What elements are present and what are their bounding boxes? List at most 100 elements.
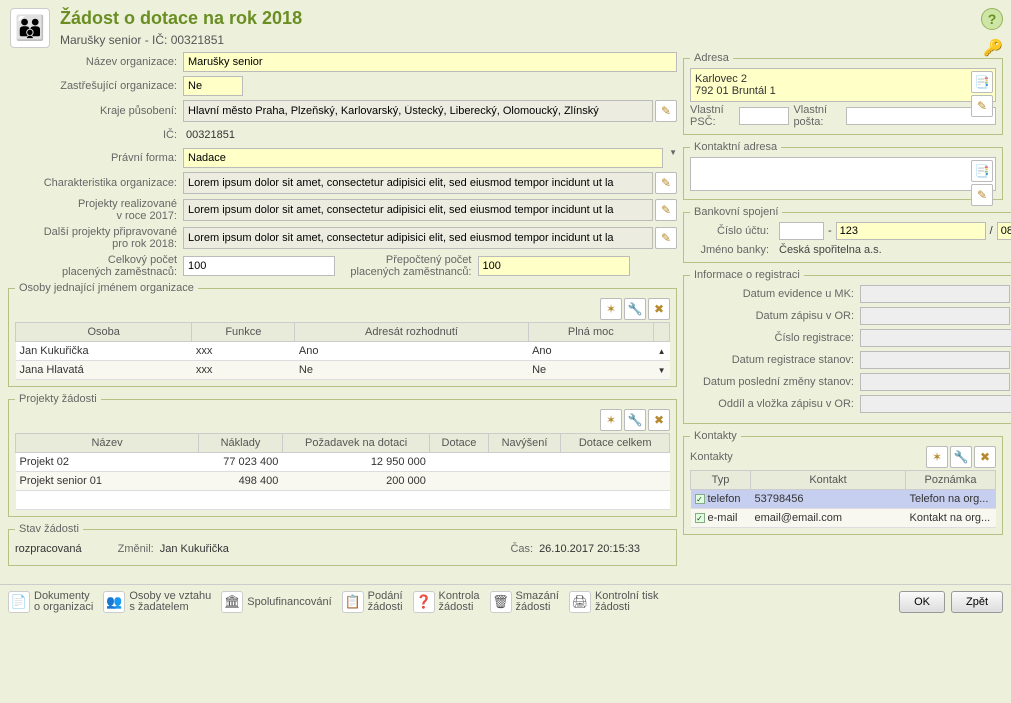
ucet-prefix-input[interactable]: [779, 222, 824, 240]
osoby-th-moc[interactable]: Plná moc: [528, 323, 654, 342]
osoby-add-icon[interactable]: ✶: [600, 298, 622, 320]
proj2017-edit-icon[interactable]: ✎: [655, 199, 677, 221]
reg-r4-label: Datum registrace stanov:: [690, 354, 860, 366]
table-row[interactable]: Jan Kukuřička xxx Ano Ano ▲: [16, 342, 670, 361]
scroll-down-icon[interactable]: ▼: [654, 361, 670, 380]
toolbar-tisk-button[interactable]: 🖨Kontrolní tiskžádosti: [569, 591, 659, 613]
kraje-input[interactable]: [183, 100, 653, 122]
proj2018-input[interactable]: [183, 227, 653, 249]
vlastni-psc-input[interactable]: [739, 107, 789, 125]
toolbar-kontrola-button[interactable]: ❓Kontrolažádosti: [413, 591, 480, 613]
char-label: Charakteristika organizace:: [8, 177, 183, 189]
zmenil-value: Jan Kukuřička: [160, 543, 229, 555]
osoby-th-funkce[interactable]: Funkce: [192, 323, 295, 342]
key-icon[interactable]: 🔑: [983, 38, 1003, 58]
proj2018-label: Další projekty připravovanépro rok 2018:: [8, 226, 183, 250]
kontakty-tools-icon[interactable]: 🔧: [950, 446, 972, 468]
back-button[interactable]: Zpět: [951, 591, 1003, 613]
stav-fieldset: Stav žádosti rozpracovaná Změnil: Jan Ku…: [8, 523, 677, 566]
proj-th-naklady[interactable]: Náklady: [199, 434, 283, 453]
bank-name-value: Česká spořitelna a.s.: [779, 244, 882, 256]
ucet-num-input[interactable]: [836, 222, 986, 240]
reg-r1-input[interactable]: [860, 285, 1010, 303]
submit-icon: 📋: [342, 591, 364, 613]
osoby-delete-icon[interactable]: ✖: [648, 298, 670, 320]
table-row[interactable]: Projekt 02 77 023 400 12 950 000: [16, 453, 670, 472]
reg-r5-input[interactable]: [860, 373, 1010, 391]
proj-th-dotace[interactable]: Dotace: [430, 434, 488, 453]
kraje-edit-icon[interactable]: ✎: [655, 100, 677, 122]
projekty-add-icon[interactable]: ✶: [600, 409, 622, 431]
kontakty-add-icon[interactable]: ✶: [926, 446, 948, 468]
app-icon: 👪: [10, 8, 50, 48]
proj-th-navyseni[interactable]: Navýšení: [488, 434, 561, 453]
nazev-org-input[interactable]: [183, 52, 677, 72]
adresa-box[interactable]: Karlovec 2 792 01 Bruntál 1 📑 ✎: [690, 68, 996, 102]
kontakty-th-pozn[interactable]: Poznámka: [906, 471, 996, 490]
adresa-fieldset: Adresa Karlovec 2 792 01 Bruntál 1 📑 ✎ V…: [683, 52, 1003, 135]
char-edit-icon[interactable]: ✎: [655, 172, 677, 194]
toolbar-smazani-button[interactable]: 🗑Smazánížádosti: [490, 591, 559, 613]
table-row[interactable]: Projekt senior 01 498 400 200 000: [16, 472, 670, 491]
proj-th-dotcelkem[interactable]: Dotace celkem: [561, 434, 670, 453]
document-icon: 📄: [8, 591, 30, 613]
toolbar-podani-button[interactable]: 📋Podánížádosti: [342, 591, 403, 613]
projekty-delete-icon[interactable]: ✖: [648, 409, 670, 431]
prepoc-input[interactable]: [478, 256, 630, 276]
delete-icon: 🗑: [490, 591, 512, 613]
osoby-fieldset: Osoby jednající jménem organizace ✶ 🔧 ✖ …: [8, 282, 677, 387]
osoby-tools-icon[interactable]: 🔧: [624, 298, 646, 320]
prepoc-label: Přepočtený početplacených zaměstnanců:: [348, 254, 478, 278]
reg-r3-input[interactable]: [860, 329, 1011, 347]
stav-value: rozpracovaná: [15, 543, 82, 555]
kontakty-th-kontakt[interactable]: Kontakt: [751, 471, 906, 490]
bank-name-label: Jméno banky:: [690, 244, 775, 256]
reg-r6-label: Oddíl a vložka zápisu v OR:: [690, 398, 860, 410]
reg-r3-label: Číslo registrace:: [690, 332, 860, 344]
banka-legend: Bankovní spojení: [690, 206, 782, 218]
toolbar-osoby-button[interactable]: 👥Osoby ve vztahus žadatelem: [103, 591, 211, 613]
proj-th-nazev[interactable]: Název: [16, 434, 199, 453]
proj2018-edit-icon[interactable]: ✎: [655, 227, 677, 249]
adresa-legend: Adresa: [690, 52, 733, 64]
forma-select[interactable]: [183, 148, 663, 168]
kontaktni-edit-icon[interactable]: ✎: [971, 184, 993, 206]
char-input[interactable]: [183, 172, 653, 194]
kontaktni-fieldset: Kontaktní adresa 📑 ✎: [683, 141, 1003, 200]
celk-label: Celkový početplacených zaměstnaců:: [8, 254, 183, 278]
ucet-code-input[interactable]: [997, 222, 1011, 240]
projekty-legend: Projekty žádosti: [15, 393, 101, 405]
proj2017-input[interactable]: [183, 199, 653, 221]
reg-r1-label: Datum evidence u MK:: [690, 288, 860, 300]
table-row[interactable]: ✓e-mail email@email.com Kontakt na org..…: [691, 509, 996, 528]
cas-value: 26.10.2017 20:15:33: [539, 543, 640, 555]
ok-button[interactable]: OK: [899, 591, 945, 613]
help-icon[interactable]: ?: [981, 8, 1003, 30]
kontaktni-legend: Kontaktní adresa: [690, 141, 781, 153]
kontakty-delete-icon[interactable]: ✖: [974, 446, 996, 468]
reg-r6-input[interactable]: [860, 395, 1011, 413]
reg-r4-input[interactable]: [860, 351, 1010, 369]
zastr-input[interactable]: [183, 76, 243, 96]
people-icon: 👥: [103, 591, 125, 613]
kontaktni-box[interactable]: 📑 ✎: [690, 157, 996, 191]
osoby-th-adr[interactable]: Adresát rozhodnutí: [295, 323, 528, 342]
kontakty-fieldset: Kontakty Kontakty ✶ 🔧 ✖ Typ Kontakt Pozn…: [683, 430, 1003, 535]
table-row[interactable]: Jana Hlavatá xxx Ne Ne ▼: [16, 361, 670, 380]
kontaktni-pick-icon[interactable]: 📑: [971, 160, 993, 182]
toolbar-spolufin-button[interactable]: 🏛Spolufinancování: [221, 591, 331, 613]
scroll-up-icon[interactable]: ▲: [654, 342, 670, 361]
table-row[interactable]: ✓telefon 53798456 Telefon na org...: [691, 490, 996, 509]
kontakty-th-typ[interactable]: Typ: [691, 471, 751, 490]
toolbar-dokumenty-button[interactable]: 📄Dokumentyo organizaci: [8, 591, 93, 613]
projekty-tools-icon[interactable]: 🔧: [624, 409, 646, 431]
check-icon: ✓: [695, 513, 705, 523]
osoby-th-osoba[interactable]: Osoba: [16, 323, 192, 342]
reg-r2-input[interactable]: [860, 307, 1010, 325]
adresa-edit-icon[interactable]: ✎: [971, 95, 993, 117]
adresa-pick-icon[interactable]: 📑: [971, 71, 993, 93]
proj-th-pozadavek[interactable]: Požadavek na dotaci: [282, 434, 430, 453]
money-icon: 🏛: [221, 591, 243, 613]
celk-input[interactable]: [183, 256, 335, 276]
chevron-down-icon[interactable]: ▼: [669, 148, 677, 168]
